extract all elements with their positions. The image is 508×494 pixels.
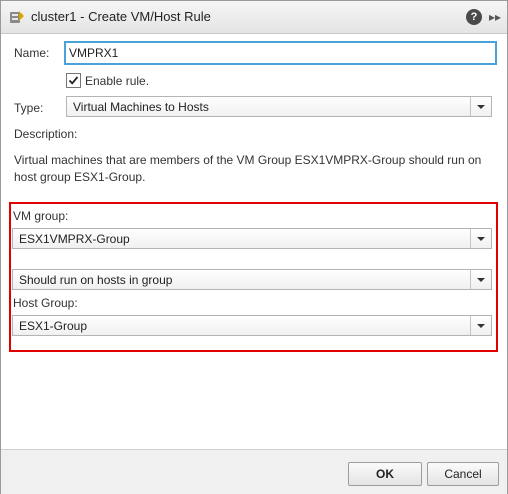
name-input[interactable] (64, 41, 497, 65)
description-label: Description: (14, 127, 78, 141)
host-group-label: Host Group: (13, 296, 78, 310)
enable-rule-checkbox[interactable] (66, 73, 81, 88)
host-group-select[interactable]: ESX1-Group (12, 315, 492, 336)
dialog-title: cluster1 - Create VM/Host Rule (31, 9, 211, 24)
title-bar: cluster1 - Create VM/Host Rule ? ▸▸ (1, 1, 507, 34)
dropdown-arrow-icon[interactable] (470, 229, 491, 248)
help-icon[interactable]: ? (466, 9, 482, 25)
ok-button[interactable]: OK (348, 462, 422, 486)
dropdown-arrow-icon[interactable] (470, 270, 491, 289)
cancel-button[interactable]: Cancel (427, 462, 499, 486)
vm-group-select[interactable]: ESX1VMPRX-Group (12, 228, 492, 249)
type-select-value: Virtual Machines to Hosts (73, 100, 209, 114)
type-select[interactable]: Virtual Machines to Hosts (66, 96, 492, 117)
description-text: Virtual machines that are members of the… (14, 153, 482, 184)
enable-rule-label: Enable rule. (85, 74, 150, 88)
vm-group-select-value: ESX1VMPRX-Group (19, 232, 130, 246)
vm-group-label: VM group: (13, 209, 69, 223)
type-label: Type: (14, 101, 44, 115)
create-vm-host-rule-dialog: cluster1 - Create VM/Host Rule ? ▸▸ Name… (0, 0, 508, 494)
double-chevron-right-icon[interactable]: ▸▸ (487, 8, 503, 26)
dropdown-arrow-icon[interactable] (470, 97, 491, 116)
relation-select[interactable]: Should run on hosts in group (12, 269, 492, 290)
checkmark-icon (68, 76, 79, 85)
cluster-rule-icon (9, 9, 25, 25)
dropdown-arrow-icon[interactable] (470, 316, 491, 335)
relation-select-value: Should run on hosts in group (19, 273, 173, 287)
host-group-select-value: ESX1-Group (19, 319, 88, 333)
name-label: Name: (14, 46, 50, 60)
